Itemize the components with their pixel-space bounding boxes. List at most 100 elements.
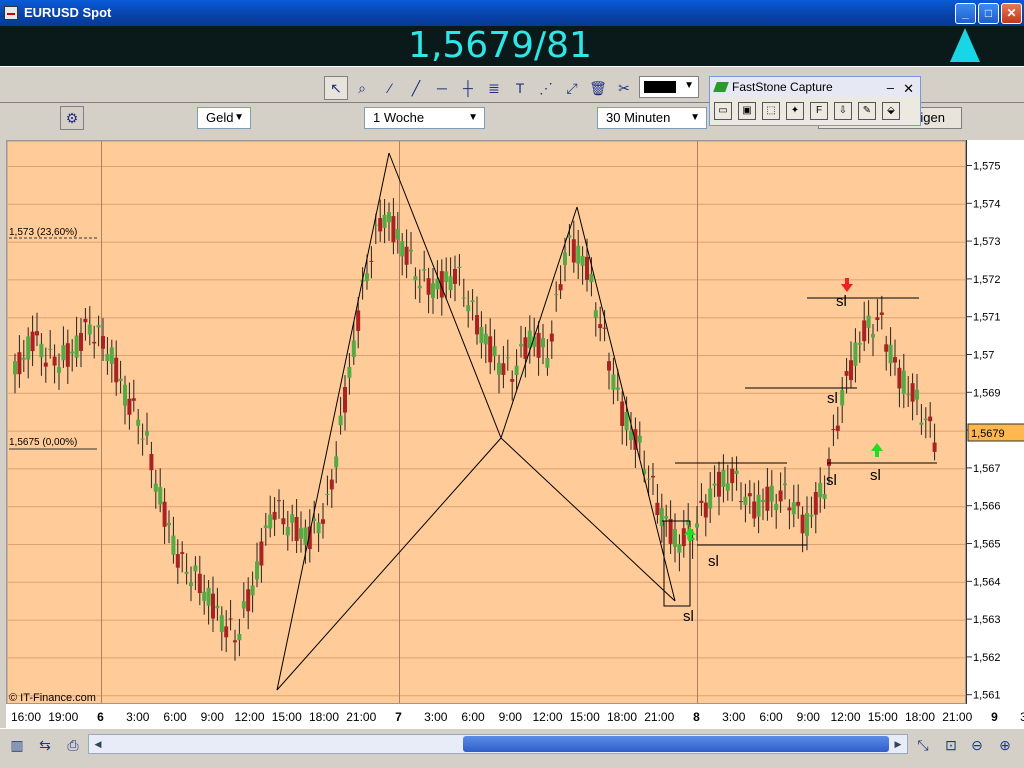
zoom-in-icon[interactable]: ⊕	[994, 734, 1016, 756]
candle-body	[853, 342, 858, 366]
candle-body	[92, 341, 97, 344]
close-button[interactable]: ✕	[1001, 3, 1022, 24]
x-tick-label: 9:00	[201, 710, 225, 724]
candle-body	[277, 500, 281, 502]
interval-select[interactable]: 30 Minuten ▼	[597, 107, 707, 129]
candle-body	[536, 332, 541, 358]
pointer-tool-icon[interactable]: ↖	[324, 76, 348, 100]
x-tick-label: 9:00	[797, 710, 821, 724]
candle-body	[105, 354, 110, 362]
candle-body	[109, 347, 114, 364]
capture-tools-icon[interactable]: ⬙	[882, 102, 900, 120]
price-display: 1,5679/81	[408, 25, 592, 66]
range-value: 1 Woche	[373, 110, 425, 125]
bottom-toolbar: ▥ ⇆ ⎙ ◀ ▶ ⤡ ⊡ ⊖ ⊕	[0, 728, 1024, 768]
text-tool-icon[interactable]: T	[508, 76, 532, 100]
chart-bars-icon[interactable]: ▥	[6, 734, 28, 756]
ray-line-icon[interactable]: ╱	[404, 76, 428, 100]
capture-fullscreen-icon[interactable]: F	[810, 102, 828, 120]
fibonacci-icon[interactable]: ≣	[482, 76, 506, 100]
indicator-icon[interactable]: ⇆	[34, 734, 56, 756]
capture-window-icon[interactable]: ▭	[714, 102, 732, 120]
chart-watermark: © IT-Finance.com	[9, 692, 96, 704]
candle-body	[514, 365, 519, 376]
candle-body	[101, 336, 105, 349]
line-color-select[interactable]: ▼	[639, 76, 699, 98]
y-tick-label: 1,566	[973, 501, 1001, 513]
candle-body	[255, 561, 259, 580]
fit-chart-icon[interactable]: ⤡	[912, 734, 934, 756]
candle-body	[299, 528, 303, 539]
faststone-minimize-icon[interactable]: –	[887, 78, 894, 98]
candle-body	[818, 482, 823, 498]
current-price-label: 1,5679	[971, 428, 1005, 440]
crosshair-zoom-icon[interactable]: ⌕	[350, 76, 374, 100]
candle-body	[409, 249, 413, 252]
candle-body	[52, 356, 57, 366]
candle-body	[849, 360, 853, 381]
candle-body	[140, 438, 145, 440]
candle-body	[272, 511, 277, 520]
candle-body	[250, 585, 255, 596]
candle-body	[219, 615, 224, 632]
zoom-area-icon[interactable]: ⊡	[940, 734, 962, 756]
price-axis: 1,5751,5741,5731,5721,5711,571,5691,5681…	[966, 140, 1024, 704]
faststone-close-icon[interactable]: ✕	[903, 79, 914, 99]
candle-body	[708, 488, 713, 509]
capture-freehand-icon[interactable]: ✦	[786, 102, 804, 120]
candle-body	[871, 334, 875, 338]
print-icon[interactable]: ⎙	[62, 734, 84, 756]
candle-body	[598, 324, 603, 329]
minimize-button[interactable]: _	[955, 3, 976, 24]
candle-body	[347, 367, 352, 378]
x-tick-label: 7	[395, 710, 402, 724]
time-axis: 16:00 19:00 6 3:00 6:00 9:00 12:00 15:00 18:00 21…	[6, 704, 1024, 728]
chevron-down-icon: ▼	[690, 112, 700, 123]
price-type-select[interactable]: Geld ▼	[197, 107, 251, 129]
channel-icon[interactable]: ⤢	[560, 76, 584, 100]
maximize-button[interactable]: □	[978, 3, 999, 24]
scroll-right-icon[interactable]: ▶	[889, 735, 907, 753]
chart-settings-icon[interactable]: ⚙	[60, 106, 84, 130]
candle-body	[673, 529, 677, 547]
candle-body	[497, 362, 501, 375]
candle-body	[162, 501, 167, 527]
candle-body	[615, 387, 620, 390]
gann-fan-icon[interactable]: ⋰	[534, 76, 558, 100]
capture-scroll-icon[interactable]: ⇩	[834, 102, 852, 120]
candle-body	[796, 501, 801, 506]
x-tick-label: 16:00	[11, 710, 41, 724]
x-tick-label: 15:00	[868, 710, 898, 724]
candle-body	[127, 398, 132, 415]
time-scrollbar[interactable]: ◀ ▶	[88, 734, 908, 754]
capture-object-icon[interactable]: ▣	[738, 102, 756, 120]
horizontal-line-icon[interactable]: ─	[430, 76, 454, 100]
capture-options-icon[interactable]: ✎	[858, 102, 876, 120]
vertical-line-icon[interactable]: ┼	[456, 76, 480, 100]
candle-body	[629, 430, 633, 440]
x-tick-label: 21:00	[346, 710, 376, 724]
x-tick-label: 12:00	[234, 710, 264, 724]
candle-body	[866, 315, 871, 328]
candle-body	[827, 458, 831, 466]
chevron-down-icon: ▼	[234, 112, 244, 123]
scroll-thumb[interactable]	[463, 736, 889, 752]
candle-body	[466, 305, 471, 312]
fib-label-bottom: 1,5675 (0,00%)	[9, 437, 77, 448]
candle-body	[743, 496, 748, 505]
delete-icon[interactable]: 🗑	[586, 76, 610, 100]
candle-body	[281, 518, 286, 525]
scroll-left-icon[interactable]: ◀	[89, 735, 107, 753]
chart-area[interactable]: sl sl sl sl sl sl 1,573 (23,60%) 1,5675 (0,00…	[6, 140, 966, 704]
trendline-icon[interactable]: ⁄	[378, 76, 402, 100]
candle-body	[422, 269, 427, 271]
zoom-out-icon[interactable]: ⊖	[966, 734, 988, 756]
candle-body	[862, 320, 867, 342]
candle-body	[501, 363, 506, 375]
capture-rect-icon[interactable]: ⬚	[762, 102, 780, 120]
faststone-capture-panel: FastStone Capture – ✕ ▭ ▣ ⬚ ✦ F ⇩ ✎ ⬙	[709, 76, 921, 126]
range-select[interactable]: 1 Woche ▼	[364, 107, 485, 129]
candle-body	[813, 491, 818, 515]
candle-body	[844, 371, 849, 376]
settings-icon[interactable]: ✂	[612, 76, 636, 100]
